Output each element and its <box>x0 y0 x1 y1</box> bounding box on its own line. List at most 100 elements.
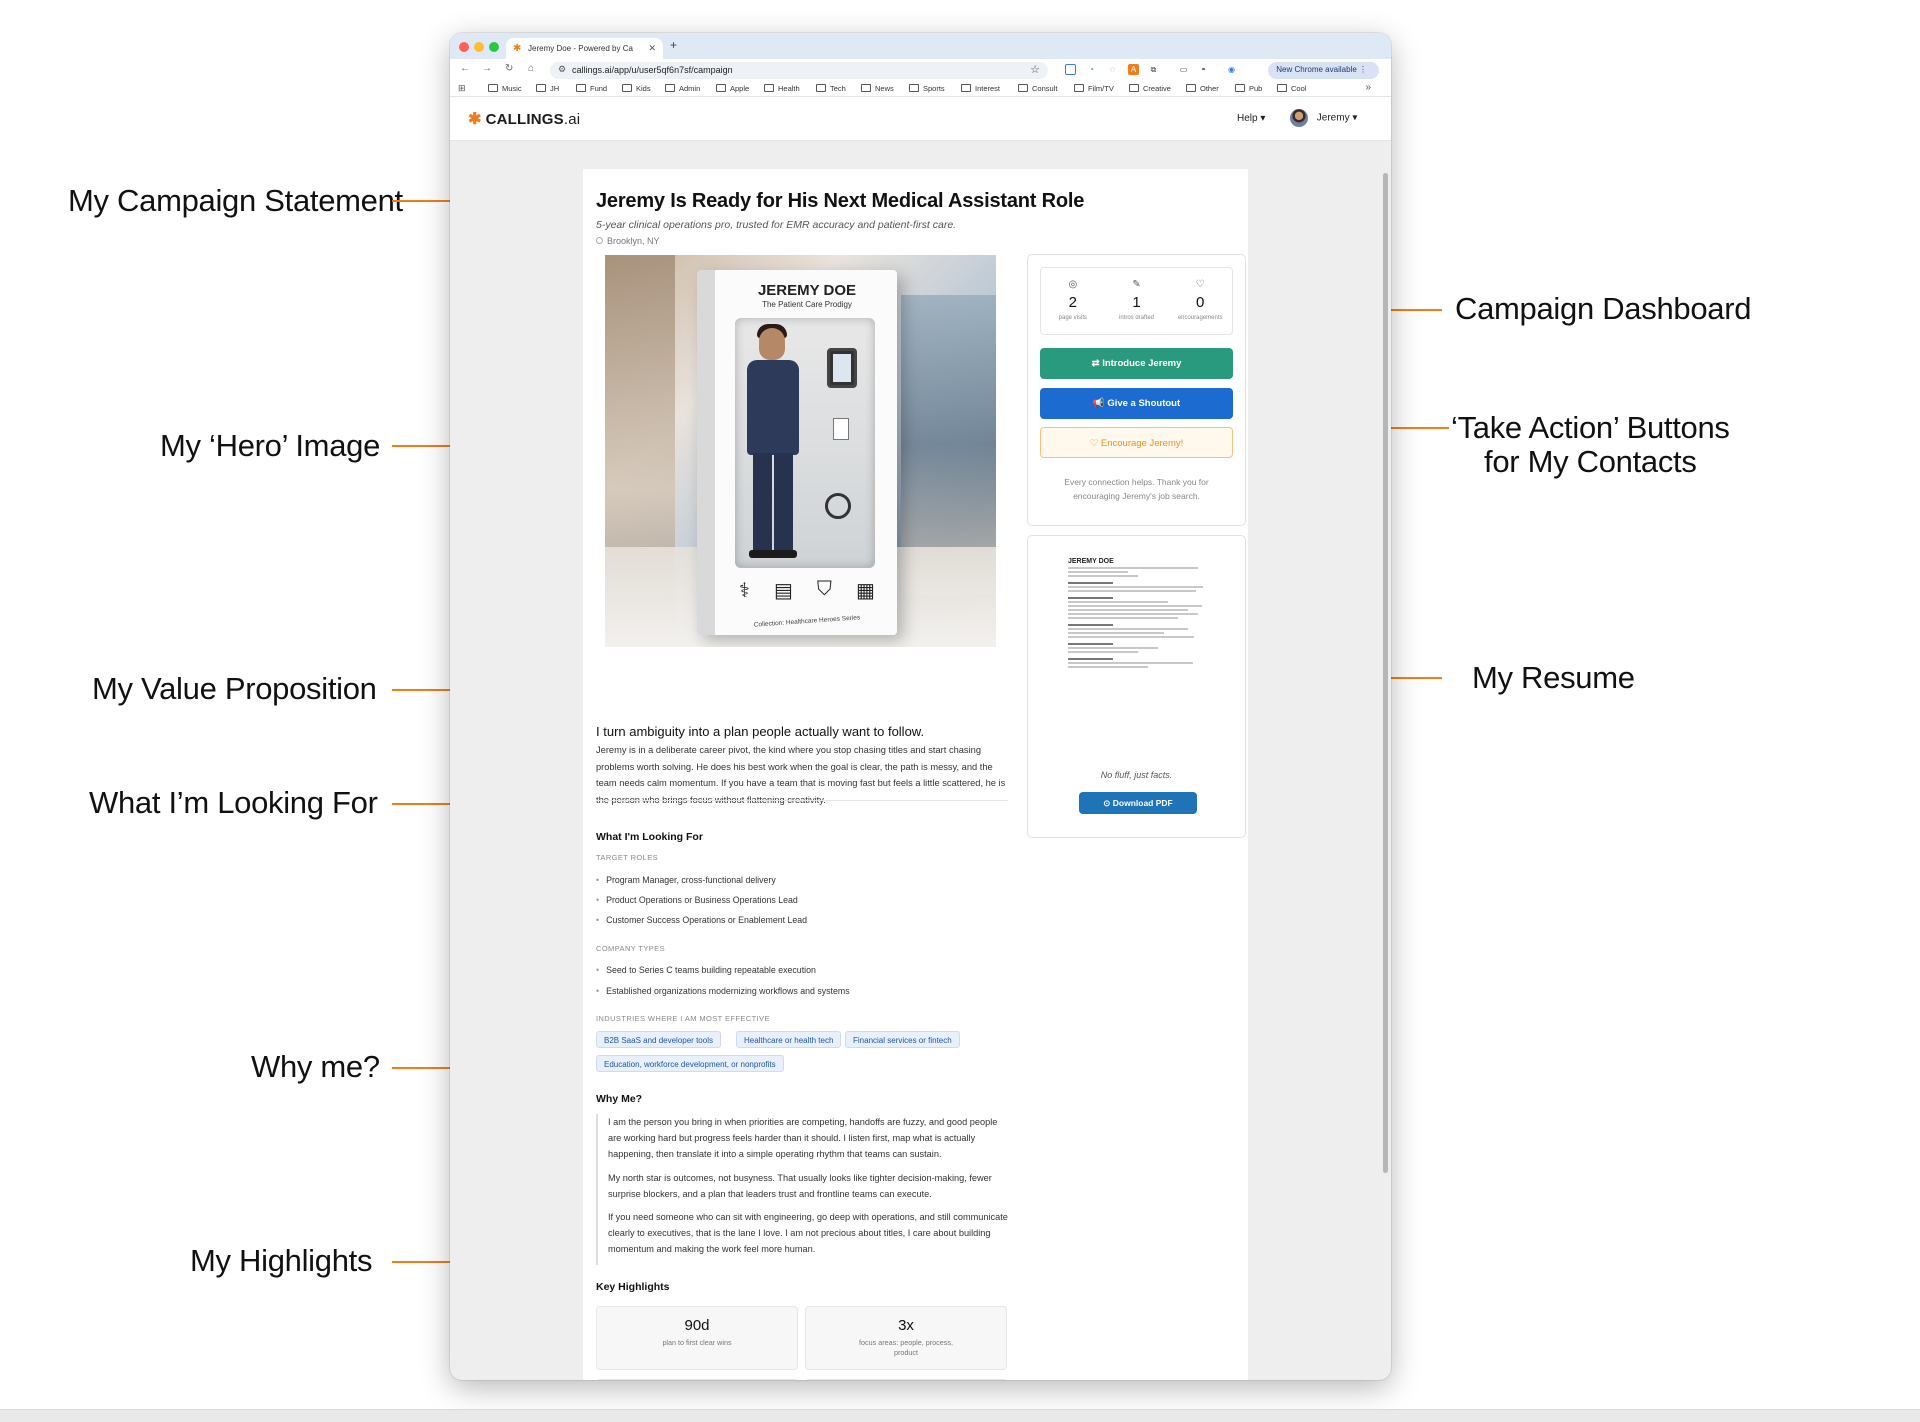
extension-icon[interactable]: ◔ <box>1086 64 1097 75</box>
bookmark-folder[interactable]: Kids <box>622 84 651 93</box>
shoutout-button[interactable]: 📢 Give a Shoutout <box>1040 388 1233 419</box>
highlight-value: 3x <box>898 1317 914 1334</box>
url-input[interactable]: ⚙ callings.ai/app/u/user5qf6n7sf/campaig… <box>550 62 1048 79</box>
shoutout-label: Give a Shoutout <box>1107 398 1181 409</box>
download-label: Download PDF <box>1112 798 1173 808</box>
puzzle-extensions-icon[interactable]: ⧉ <box>1148 64 1159 75</box>
resume-line <box>1068 590 1196 592</box>
close-tab-icon[interactable]: ✕ <box>648 43 656 54</box>
list-item: Program Manager, cross-functional delive… <box>596 875 776 885</box>
introduce-button[interactable]: ⇄ Introduce Jeremy <box>1040 348 1233 379</box>
chrome-update-label: New Chrome available <box>1276 65 1357 74</box>
resume-heading <box>1068 582 1113 584</box>
resume-preview[interactable]: JEREMY DOE <box>1068 558 1208 708</box>
bookmark-folder[interactable]: Cool <box>1277 84 1306 93</box>
resume-line <box>1068 601 1168 603</box>
callings-logo[interactable]: ✱ CALLINGS.ai <box>468 109 580 129</box>
tab-bar: ✱ Jeremy Doe - Powered by Ca ✕ + <box>450 33 1391 59</box>
bookmark-folder[interactable]: JH <box>536 84 559 93</box>
figure-tagline: The Patient Care Prodigy <box>762 300 852 309</box>
site-settings-icon[interactable]: ⚙ <box>558 64 566 75</box>
campaign-subtitle: 5-year clinical operations pro, trusted … <box>596 219 957 231</box>
extension-icon[interactable]: ◌ <box>1107 64 1118 75</box>
campaign-page: Jeremy Is Ready for His Next Medical Ass… <box>583 169 1248 1380</box>
download-pdf-button[interactable]: ⊙ Download PDF <box>1079 792 1197 814</box>
bookmark-folder[interactable]: Pub <box>1235 84 1262 93</box>
incognito-icon[interactable]: ◓ <box>1198 64 1209 75</box>
introduce-label: Introduce Jeremy <box>1102 358 1182 369</box>
bookmark-folder[interactable]: Tech <box>816 84 846 93</box>
reload-icon[interactable]: ↻ <box>505 63 513 74</box>
value-prop-body: Jeremy is in a deliberate career pivot, … <box>596 745 1006 805</box>
bookmark-folder[interactable]: Film/TV <box>1074 84 1114 93</box>
resume-heading <box>1068 597 1113 599</box>
avatar <box>1290 109 1308 127</box>
figure-legs <box>753 453 793 553</box>
location-text: Brooklyn, NY <box>607 236 660 246</box>
location-pin-icon <box>596 237 603 244</box>
minimize-window-button[interactable] <box>474 42 484 52</box>
new-tab-icon[interactable]: + <box>670 38 677 52</box>
bookmark-folder[interactable]: Apple <box>716 84 749 93</box>
more-menu-icon[interactable]: ⋮ <box>1359 65 1367 74</box>
apps-grid-icon[interactable]: ⊞ <box>458 83 466 94</box>
campaign-title: Jeremy Is Ready for His Next Medical Ass… <box>596 190 1085 212</box>
bookmark-folder[interactable]: Music <box>488 84 522 93</box>
stat-value: 1 <box>1132 294 1141 311</box>
more-bookmarks-icon[interactable]: » <box>1365 82 1371 93</box>
why-me-paragraph: My north star is outcomes, not busyness.… <box>608 1172 992 1199</box>
bookmark-folder[interactable]: Admin <box>665 84 700 93</box>
figure-shoes <box>749 550 797 558</box>
annotation-why-me: Why me? <box>251 1049 380 1084</box>
bookmark-folder[interactable]: Interest <box>961 84 1000 93</box>
url-text: callings.ai/app/u/user5qf6n7sf/campaign <box>572 65 733 75</box>
tab-title: Jeremy Doe - Powered by Ca <box>528 44 633 53</box>
zoom-window-button[interactable] <box>489 42 499 52</box>
bookmark-folder[interactable]: Consult <box>1018 84 1057 93</box>
user-menu[interactable]: Jeremy ▾ <box>1290 109 1357 127</box>
chevron-down-icon: ▾ <box>1352 112 1358 124</box>
scrollbar[interactable] <box>1383 173 1388 1173</box>
cast-icon[interactable]: ▭ <box>1178 64 1189 75</box>
why-me-title: Why Me? <box>596 1093 643 1105</box>
why-me-body: I am the person you bring in when priori… <box>596 1114 1008 1265</box>
bookmark-folder[interactable]: Creative <box>1129 84 1171 93</box>
extension-icon[interactable] <box>1065 64 1076 75</box>
stat-encouragements: ♡ 0 encouragements <box>1168 268 1232 334</box>
close-window-button[interactable] <box>459 42 469 52</box>
id-badge-accessory <box>833 418 849 440</box>
figure-name: JEREMY DOE <box>757 282 857 299</box>
home-icon[interactable]: ⌂ <box>528 63 534 74</box>
stat-intros-drafted: ✎ 1 intros drafted <box>1105 268 1169 334</box>
browser-window: ✱ Jeremy Doe - Powered by Ca ✕ + ← → ↻ ⌂… <box>450 33 1391 1380</box>
bookmark-folder[interactable]: News <box>861 84 894 93</box>
browser-tab[interactable]: ✱ Jeremy Doe - Powered by Ca ✕ <box>506 38 663 59</box>
resume-heading <box>1068 658 1113 660</box>
resume-line <box>1068 651 1138 653</box>
bookmark-star-icon[interactable]: ☆ <box>1030 63 1040 76</box>
divider <box>596 800 1008 801</box>
forward-icon[interactable]: → <box>482 63 492 74</box>
extension-icon[interactable]: A <box>1128 64 1139 75</box>
bookmark-folder[interactable]: Health <box>764 84 800 93</box>
back-icon[interactable]: ← <box>460 63 470 74</box>
stat-label: intros drafted <box>1118 315 1155 321</box>
resume-name: JEREMY DOE <box>1068 558 1114 565</box>
bookmark-folder[interactable]: Sports <box>909 84 945 93</box>
heart-icon: ♡ <box>1089 438 1101 449</box>
hipaa-shield-icon: ⛉ <box>816 578 832 600</box>
resume-tagline: No fluff, just facts. <box>1100 770 1173 780</box>
bookmark-folder[interactable]: Fund <box>576 84 607 93</box>
encourage-button[interactable]: ♡ Encourage Jeremy! <box>1040 427 1233 458</box>
industry-chip: Healthcare or health tech <box>736 1031 842 1048</box>
download-icon: ⊙ <box>1103 798 1113 808</box>
bookmark-folder[interactable]: Other <box>1186 84 1219 93</box>
handshake-icon: ⇄ <box>1091 358 1103 369</box>
resume-line <box>1068 567 1198 569</box>
profile-icon[interactable]: ◉ <box>1226 64 1237 75</box>
industry-chip: Education, workforce development, or non… <box>596 1055 784 1072</box>
help-menu[interactable]: Help ▾ <box>1237 113 1265 124</box>
chrome-update-button[interactable]: New Chrome available ⋮ <box>1268 62 1379 79</box>
box-window <box>735 318 875 568</box>
resume-line <box>1068 647 1158 649</box>
